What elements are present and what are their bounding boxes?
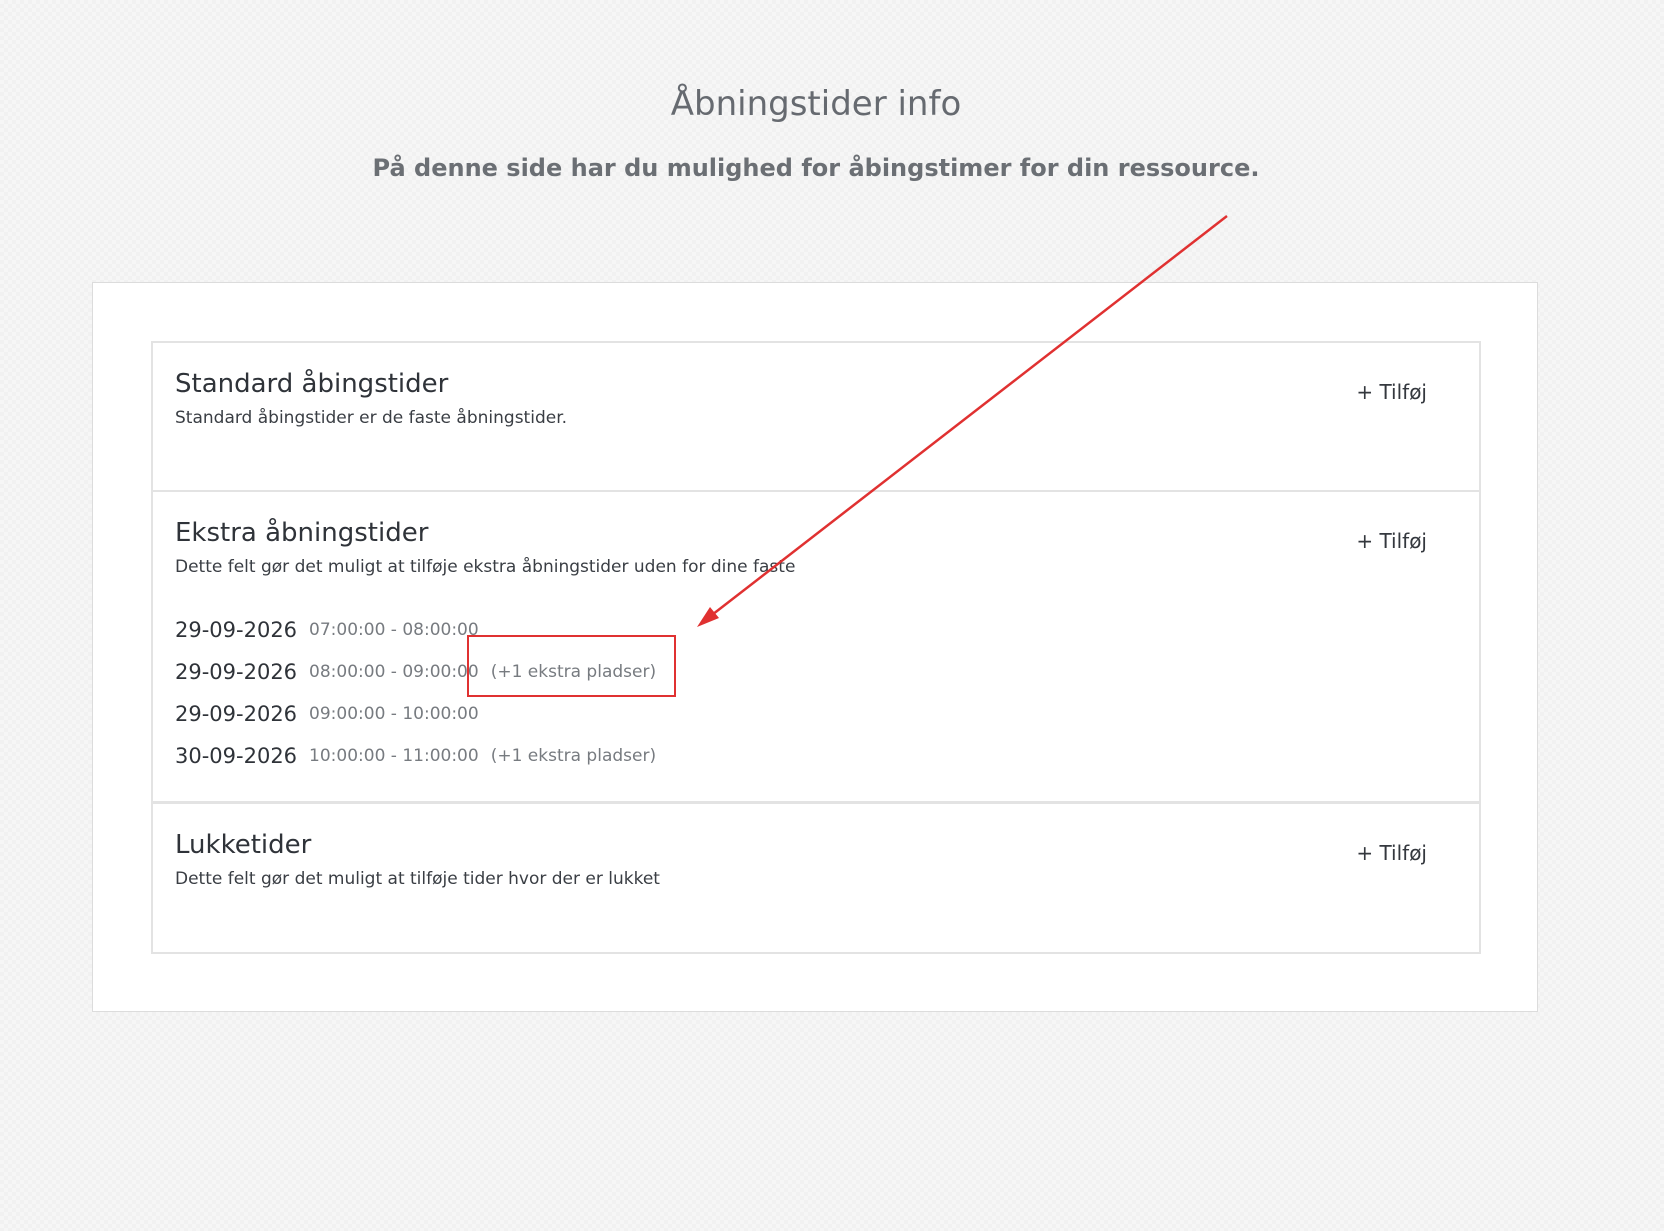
add-standard-hours-button[interactable]: + Tilføj [1356, 380, 1427, 404]
closed-hours-title: Lukketider [175, 830, 312, 860]
entry-time-range: 08:00:00 - 09:00:00 [309, 662, 479, 682]
closed-hours-section: Lukketider Dette felt gør det muligt at … [151, 802, 1481, 954]
extra-hours-entry: 29-09-2026 08:00:00 - 09:00:00 (+1 ekstr… [175, 651, 656, 693]
entry-extra-seats: (+1 ekstra pladser) [490, 746, 657, 766]
extra-hours-title: Ekstra åbningstider [175, 518, 429, 548]
extra-hours-entry: 29-09-2026 09:00:00 - 10:00:00 [175, 693, 656, 735]
extra-hours-section: Ekstra åbningstider Dette felt gør det m… [151, 490, 1481, 803]
entry-time-range: 09:00:00 - 10:00:00 [309, 704, 479, 724]
extra-hours-entry: 29-09-2026 07:00:00 - 08:00:00 [175, 609, 656, 651]
entry-date: 29-09-2026 [175, 618, 298, 642]
closed-hours-description: Dette felt gør det muligt at tilføje tid… [175, 869, 660, 889]
add-closed-hours-button[interactable]: + Tilføj [1356, 841, 1427, 865]
page-subtitle: På denne side har du mulighed for åbings… [372, 154, 1260, 182]
add-extra-hours-button[interactable]: + Tilføj [1356, 529, 1427, 553]
entry-time-range: 10:00:00 - 11:00:00 [309, 746, 479, 766]
standard-hours-title: Standard åbingstider [175, 369, 449, 399]
extra-hours-list: 29-09-2026 07:00:00 - 08:00:00 29-09-202… [175, 609, 656, 777]
standard-hours-description: Standard åbingstider er de faste åbnings… [175, 408, 568, 428]
entry-date: 29-09-2026 [175, 702, 298, 726]
entry-extra-seats: (+1 ekstra pladser) [490, 662, 657, 682]
extra-hours-entry: 30-09-2026 10:00:00 - 11:00:00 (+1 ekstr… [175, 735, 656, 777]
standard-hours-section: Standard åbingstider Standard åbingstide… [151, 341, 1481, 493]
entry-date: 30-09-2026 [175, 744, 298, 768]
entry-date: 29-09-2026 [175, 660, 298, 684]
extra-hours-description: Dette felt gør det muligt at tilføje eks… [175, 557, 796, 577]
page-title: Åbningstider info [670, 84, 962, 124]
entry-time-range: 07:00:00 - 08:00:00 [309, 620, 479, 640]
